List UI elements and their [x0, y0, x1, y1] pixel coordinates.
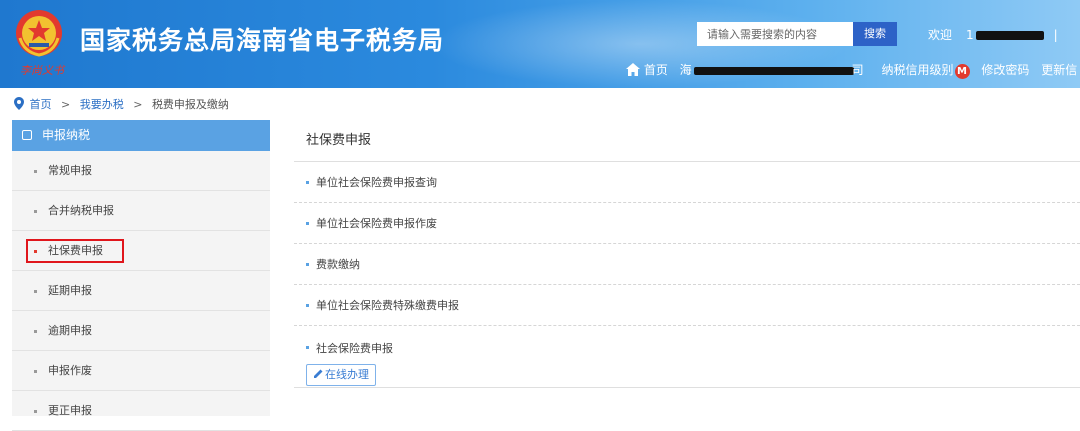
list-item[interactable]: 单位社会保险费申报作废 [294, 203, 1080, 244]
company-prefix: 海 [679, 63, 692, 77]
nav-credit-level[interactable]: 纳税信用级别 M [882, 61, 970, 79]
bullet-icon [34, 210, 37, 213]
breadcrumb-my-tax[interactable]: 我要办税 [80, 98, 124, 111]
header-motto: 李尚义书 [20, 64, 64, 77]
list-item-label: 单位社会保险费申报查询 [316, 176, 437, 189]
breadcrumb-current: 税费申报及缴纳 [151, 98, 229, 111]
bullet-icon [306, 304, 309, 307]
bullet-icon [34, 290, 37, 293]
welcome-area: 欢迎 1 | [928, 26, 1058, 43]
list-item[interactable]: 费款缴纳 [294, 244, 1080, 285]
breadcrumb-separator: > [133, 98, 143, 111]
bullet-icon [306, 222, 309, 225]
site-header: 李尚义书 国家税务总局海南省电子税务局 搜索 欢迎 1 | 首页 海 司 纳税信用级… [0, 0, 1080, 88]
welcome-text: 欢迎 [928, 28, 953, 42]
search-input[interactable] [697, 22, 853, 46]
sidebar-item-social-insurance[interactable]: 社保费申报 [12, 231, 270, 271]
sidebar-item-overdue[interactable]: 逾期申报 [12, 311, 270, 351]
header-separator: | [1053, 28, 1058, 42]
highlight-box [26, 239, 124, 263]
bullet-icon [34, 250, 37, 253]
main-panel: 社保费申报 单位社会保险费申报查询 单位社会保险费申报作废 费款缴纳 单位社会保… [294, 120, 1080, 416]
home-icon [626, 63, 640, 76]
sidebar-item-label: 常规申报 [48, 164, 92, 177]
tax-emblem-icon [16, 10, 62, 57]
nav-home-label: 首页 [643, 63, 668, 77]
nav-company[interactable]: 海 司 [680, 61, 870, 78]
location-pin-icon [14, 97, 24, 110]
search-button[interactable]: 搜索 [853, 22, 897, 46]
company-suffix: 司 [851, 63, 864, 77]
bullet-icon [34, 410, 37, 413]
list-item[interactable]: 单位社会保险费特殊缴费申报 [294, 285, 1080, 326]
credit-badge: M [954, 64, 970, 79]
sidebar-item-regular-declaration[interactable]: 常规申报 [12, 151, 270, 191]
nav-home[interactable]: 首页 [626, 61, 668, 78]
company-name-mask [693, 67, 854, 75]
sidebar-header-label: 申报纳税 [42, 128, 91, 142]
list-item[interactable]: 单位社会保险费申报查询 [294, 162, 1080, 203]
header-nav: 首页 海 司 纳税信用级别 M 修改密码 更新信 [626, 61, 1080, 79]
bullet-icon [306, 346, 309, 349]
sidebar-item-label: 合并纳税申报 [48, 204, 114, 217]
list-item-label: 费款缴纳 [316, 258, 360, 271]
bullet-icon [34, 330, 37, 333]
bullet-icon [306, 263, 309, 266]
online-process-button[interactable]: 在线办理 [306, 364, 376, 386]
sidebar-item-void[interactable]: 申报作废 [12, 351, 270, 391]
credit-level-label: 纳税信用级别 [881, 63, 954, 77]
sidebar-header[interactable]: 申报纳税 [12, 120, 270, 151]
menu-square-icon [22, 130, 32, 140]
sidebar-item-label: 申报作废 [48, 364, 92, 377]
nav-update[interactable]: 更新信 [1041, 61, 1077, 78]
site-title: 国家税务总局海南省电子税务局 [80, 26, 445, 55]
user-id: 1 [966, 28, 974, 42]
list-item-label: 单位社会保险费申报作废 [316, 217, 437, 230]
sidebar-item-label: 逾期申报 [48, 324, 92, 337]
breadcrumb: 首页 > 我要办税 > 税费申报及缴纳 [14, 96, 229, 112]
list-item-label: 单位社会保险费特殊缴费申报 [316, 299, 459, 312]
user-id-mask [975, 31, 1044, 40]
list-item: 社会保险费申报 在线办理 [294, 326, 1080, 388]
bullet-icon [34, 170, 37, 173]
bullet-icon [306, 181, 309, 184]
sidebar-item-extension[interactable]: 延期申报 [12, 271, 270, 311]
sidebar-item-correction[interactable]: 更正申报 [12, 391, 270, 431]
sidebar: 申报纳税 常规申报 合并纳税申报 社保费申报 延期申报 逾期申报 申报作废 更正… [12, 120, 270, 431]
sidebar-item-label: 延期申报 [48, 284, 92, 297]
bullet-icon [34, 370, 37, 373]
sidebar-item-consolidated-declaration[interactable]: 合并纳税申报 [12, 191, 270, 231]
breadcrumb-home[interactable]: 首页 [30, 98, 52, 111]
page-title: 社保费申报 [294, 120, 1080, 162]
list-item-label: 社会保险费申报 [316, 342, 393, 355]
nav-change-password[interactable]: 修改密码 [981, 61, 1029, 78]
breadcrumb-separator: > [61, 98, 71, 111]
sidebar-item-label: 更正申报 [48, 404, 92, 417]
online-process-label: 在线办理 [325, 368, 369, 381]
pencil-icon [314, 369, 323, 378]
